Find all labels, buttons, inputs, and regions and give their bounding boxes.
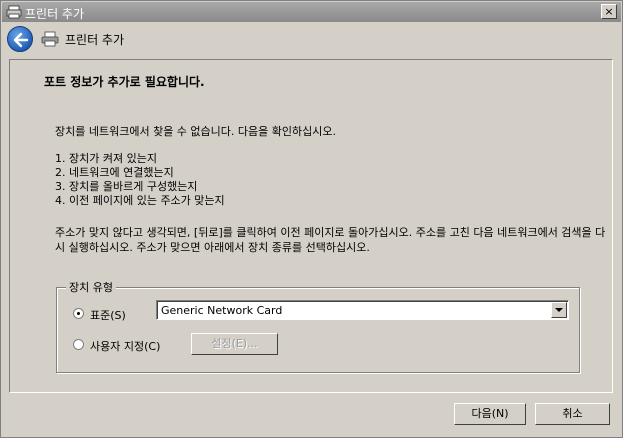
title-bar: 프린터 추가 ×	[2, 2, 621, 22]
list-item: 4. 이전 페이지에 있는 주소가 맞는지	[55, 194, 225, 207]
back-arrow-icon	[13, 32, 29, 48]
page-title: 프린터 추가	[65, 33, 125, 47]
device-type-value: Generic Network Card	[161, 304, 283, 317]
back-button[interactable]	[7, 26, 33, 52]
printer-icon	[41, 31, 59, 47]
custom-radio[interactable]	[73, 339, 84, 350]
note-text: 주소가 맞지 않다고 생각되면, [뒤로]를 클릭하여 이전 페이지로 돌아가십…	[55, 226, 606, 254]
printer-icon	[6, 5, 22, 19]
chevron-down-icon[interactable]	[551, 302, 567, 318]
window-title: 프린터 추가	[25, 7, 85, 21]
device-type-label: 장치 유형	[66, 279, 116, 295]
standard-radio[interactable]	[73, 308, 84, 319]
checklist: 1. 장치가 켜져 있는지 2. 네트워크에 연결했는지 3. 장치를 올바르게…	[55, 152, 225, 208]
device-type-select[interactable]: Generic Network Card	[156, 300, 569, 320]
page-heading: 포트 정보가 추가로 필요합니다.	[44, 75, 205, 89]
list-item: 1. 장치가 켜져 있는지	[55, 152, 157, 165]
intro-text: 장치를 네트워크에서 찾을 수 없습니다. 다음을 확인하십시오.	[55, 125, 336, 138]
content-panel: 포트 정보가 추가로 필요합니다. 장치를 네트워크에서 찾을 수 없습니다. …	[9, 59, 613, 393]
list-item: 2. 네트워크에 연결했는지	[55, 166, 174, 179]
list-item: 3. 장치를 올바르게 구성했는지	[55, 180, 198, 193]
custom-label[interactable]: 사용자 지정(C)	[90, 338, 160, 354]
close-button[interactable]: ×	[601, 4, 617, 19]
next-button[interactable]: 다음(N)	[454, 403, 526, 425]
add-printer-window: 프린터 추가 × 프린터 추가 포트 정보가 추가로 필요합니다. 장치를 네트…	[0, 0, 623, 438]
standard-label[interactable]: 표준(S)	[90, 307, 126, 323]
nav-bar: 프린터 추가	[2, 22, 621, 56]
cancel-button[interactable]: 취소	[535, 403, 610, 425]
settings-button[interactable]: 설정(E)...	[191, 333, 278, 355]
